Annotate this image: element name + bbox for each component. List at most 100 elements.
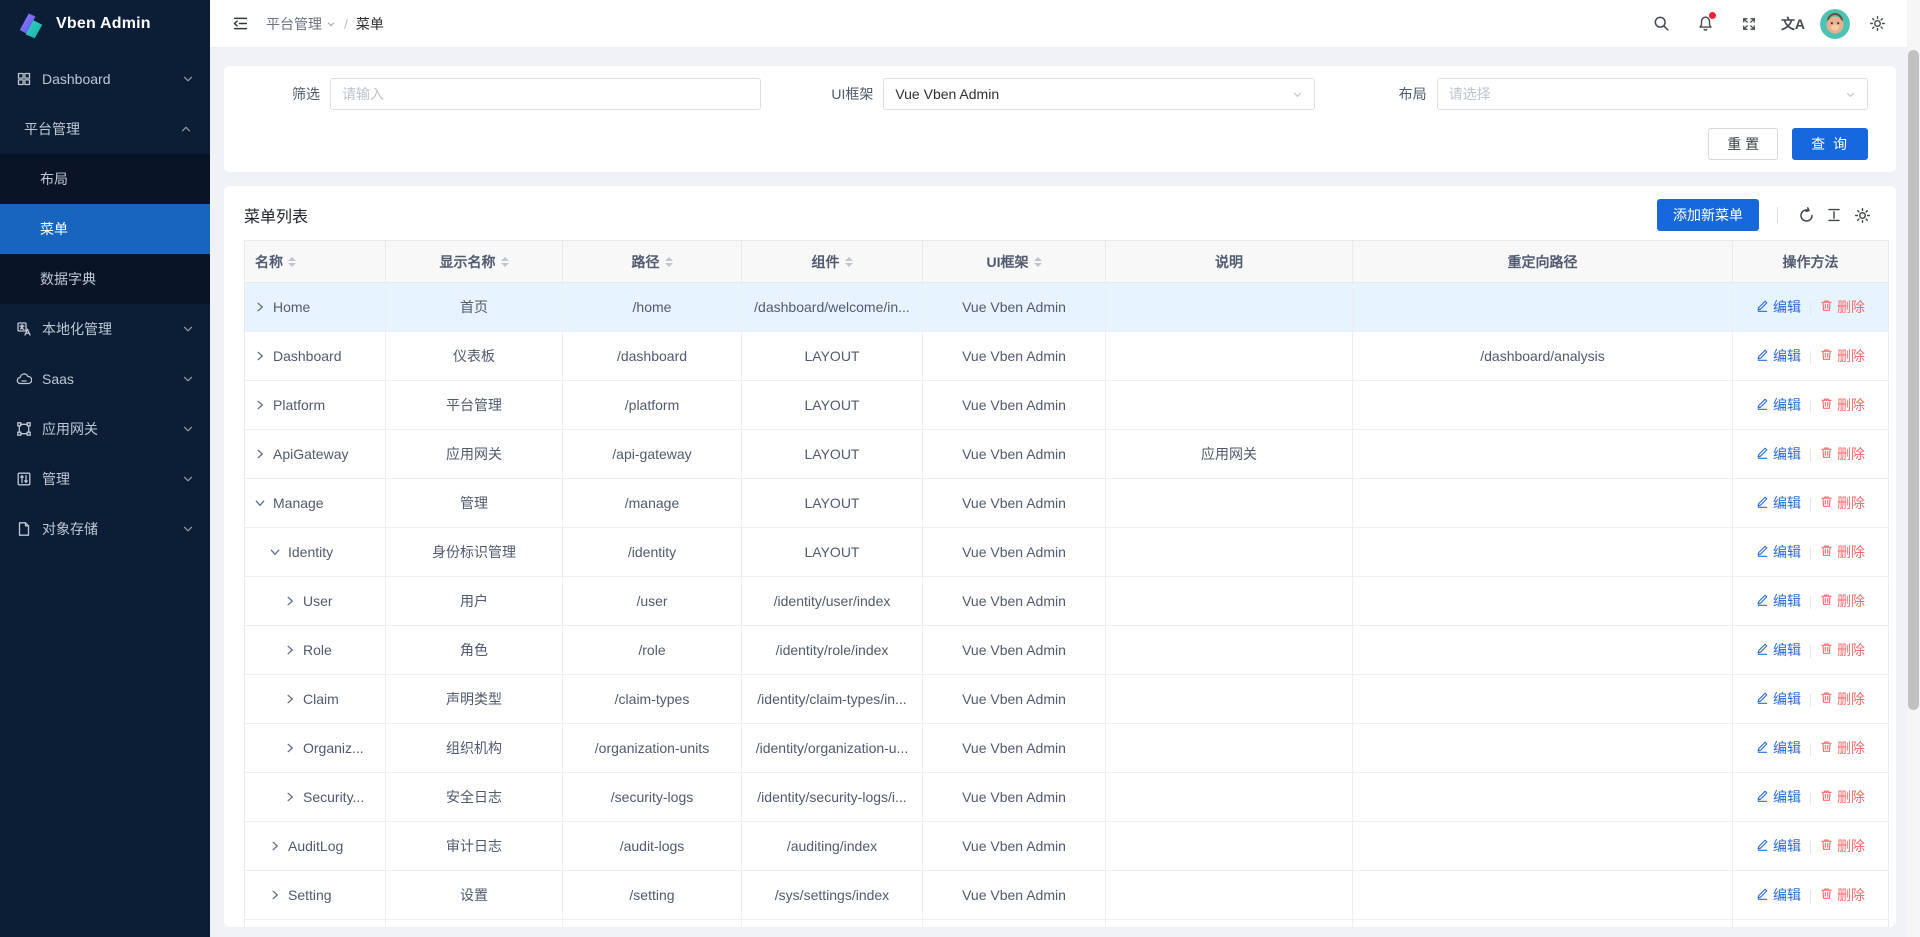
expand-toggle-icon[interactable] <box>253 447 266 460</box>
expand-toggle-icon[interactable] <box>268 839 281 852</box>
settings-gear-icon[interactable] <box>1860 7 1894 41</box>
sidebar-item-label: 布局 <box>40 169 210 189</box>
expand-toggle-icon[interactable] <box>268 888 281 901</box>
column-header[interactable]: 显示名称 <box>386 241 563 283</box>
expand-toggle-icon[interactable] <box>253 349 266 362</box>
delete-button[interactable]: 删除 <box>1820 591 1865 611</box>
edit-button[interactable]: 编辑 <box>1756 346 1801 366</box>
notification-bell-icon[interactable] <box>1688 7 1722 41</box>
action-divider <box>1810 792 1811 805</box>
expand-toggle-icon[interactable] <box>283 790 296 803</box>
expand-toggle-icon[interactable] <box>253 398 266 411</box>
table-settings-gear-icon[interactable] <box>1848 201 1876 229</box>
path-cell: /security-logs <box>563 773 742 822</box>
description-cell <box>1106 528 1353 577</box>
display-name-cell: 设置 <box>386 871 563 920</box>
row-height-icon[interactable] <box>1820 201 1848 229</box>
expand-toggle-icon[interactable] <box>268 545 281 558</box>
ui-framework-select[interactable]: Vue Vben Admin <box>883 78 1314 110</box>
menu-name: ApiGateway <box>273 446 348 462</box>
edit-button[interactable]: 编辑 <box>1756 591 1801 611</box>
delete-button[interactable]: 删除 <box>1820 395 1865 415</box>
sidebar-item-data-dictionary[interactable]: 数据字典 <box>0 254 210 304</box>
query-button[interactable]: 查 询 <box>1792 128 1868 160</box>
trash-icon <box>1820 691 1833 707</box>
filter-input[interactable] <box>342 86 749 102</box>
edit-button[interactable]: 编辑 <box>1756 836 1801 856</box>
collapse-sidebar-icon[interactable] <box>224 8 256 40</box>
actions-cell: 编辑删除 <box>1733 822 1889 871</box>
column-header[interactable]: 路径 <box>563 241 742 283</box>
sort-icon[interactable] <box>665 257 673 267</box>
display-name-cell: 组织机构 <box>386 724 563 773</box>
logo-bar[interactable]: Vben Admin <box>0 0 210 48</box>
delete-button[interactable]: 删除 <box>1820 542 1865 562</box>
delete-button[interactable]: 删除 <box>1820 738 1865 758</box>
sidebar-item-platform-management[interactable]: 平台管理 <box>0 104 210 154</box>
edit-button[interactable]: 编辑 <box>1756 542 1801 562</box>
sidebar-item-localization[interactable]: 本地化管理 <box>0 304 210 354</box>
reset-button[interactable]: 重 置 <box>1708 128 1778 160</box>
delete-button[interactable]: 删除 <box>1820 444 1865 464</box>
sidebar-item-saas[interactable]: Saas <box>0 354 210 404</box>
sidebar-item-manage[interactable]: 管理 <box>0 454 210 504</box>
column-header[interactable]: 组件 <box>742 241 923 283</box>
edit-button[interactable]: 编辑 <box>1756 885 1801 905</box>
edit-button[interactable]: 编辑 <box>1756 395 1801 415</box>
sidebar-item-api-gateway[interactable]: 应用网关 <box>0 404 210 454</box>
delete-button[interactable]: 删除 <box>1820 493 1865 513</box>
sidebar-item-object-storage[interactable]: 对象存储 <box>0 504 210 554</box>
expand-toggle-icon[interactable] <box>283 741 296 754</box>
translate-icon[interactable]: 文A <box>1776 7 1810 41</box>
framework-cell: Vue Vben Admin <box>923 430 1106 479</box>
edit-button[interactable]: 编辑 <box>1756 297 1801 317</box>
expand-toggle-icon[interactable] <box>253 496 266 509</box>
edit-button[interactable]: 编辑 <box>1756 738 1801 758</box>
expand-toggle-icon[interactable] <box>283 692 296 705</box>
sort-icon[interactable] <box>845 257 853 267</box>
delete-button[interactable]: 删除 <box>1820 346 1865 366</box>
delete-button[interactable]: 删除 <box>1820 885 1865 905</box>
edit-button[interactable]: 编辑 <box>1756 640 1801 660</box>
edit-button[interactable]: 编辑 <box>1756 444 1801 464</box>
description-cell <box>1106 283 1353 332</box>
edit-button[interactable]: 编辑 <box>1756 689 1801 709</box>
search-icon[interactable] <box>1644 7 1678 41</box>
edit-button[interactable]: 编辑 <box>1756 493 1801 513</box>
sidebar-submenu-platform-management: 布局菜单数据字典 <box>0 154 210 304</box>
sidebar-item-label: 菜单 <box>40 219 210 239</box>
delete-button[interactable]: 删除 <box>1820 836 1865 856</box>
delete-button[interactable]: 删除 <box>1820 640 1865 660</box>
sort-icon[interactable] <box>1034 257 1042 267</box>
refresh-icon[interactable] <box>1792 201 1820 229</box>
sidebar-item-menu[interactable]: 菜单 <box>0 204 210 254</box>
framework-cell: Vue Vben Admin <box>923 871 1106 920</box>
column-header[interactable]: 名称 <box>245 241 386 283</box>
expand-toggle-icon[interactable] <box>283 643 296 656</box>
redirect-cell <box>1353 283 1733 332</box>
fullscreen-icon[interactable] <box>1732 7 1766 41</box>
path-cell: /organization-units <box>563 724 742 773</box>
column-header[interactable]: UI框架 <box>923 241 1106 283</box>
edit-button[interactable]: 编辑 <box>1756 787 1801 807</box>
sidebar-item-dashboard[interactable]: Dashboard <box>0 54 210 104</box>
scrollbar-thumb[interactable] <box>1908 50 1919 710</box>
expand-toggle-icon[interactable] <box>283 594 296 607</box>
delete-button[interactable]: 删除 <box>1820 787 1865 807</box>
action-divider <box>1810 400 1811 413</box>
sidebar-item-layout[interactable]: 布局 <box>0 154 210 204</box>
content: 筛选 UI框架 Vue Vben Admin <box>210 48 1920 937</box>
delete-button[interactable]: 删除 <box>1820 297 1865 317</box>
filter-row: 筛选 UI框架 Vue Vben Admin <box>248 78 1868 110</box>
path-cell: /role <box>563 626 742 675</box>
expand-toggle-icon[interactable] <box>253 300 266 313</box>
layout-select[interactable]: 请选择 <box>1437 78 1868 110</box>
sort-icon[interactable] <box>501 257 509 267</box>
path-cell: /claim-types <box>563 675 742 724</box>
user-avatar[interactable] <box>1820 9 1850 39</box>
delete-button[interactable]: 删除 <box>1820 689 1865 709</box>
add-menu-button[interactable]: 添加新菜单 <box>1657 199 1759 231</box>
sort-icon[interactable] <box>288 257 296 267</box>
page-scrollbar[interactable] <box>1907 0 1920 937</box>
breadcrumb-parent[interactable]: 平台管理 <box>266 14 336 34</box>
